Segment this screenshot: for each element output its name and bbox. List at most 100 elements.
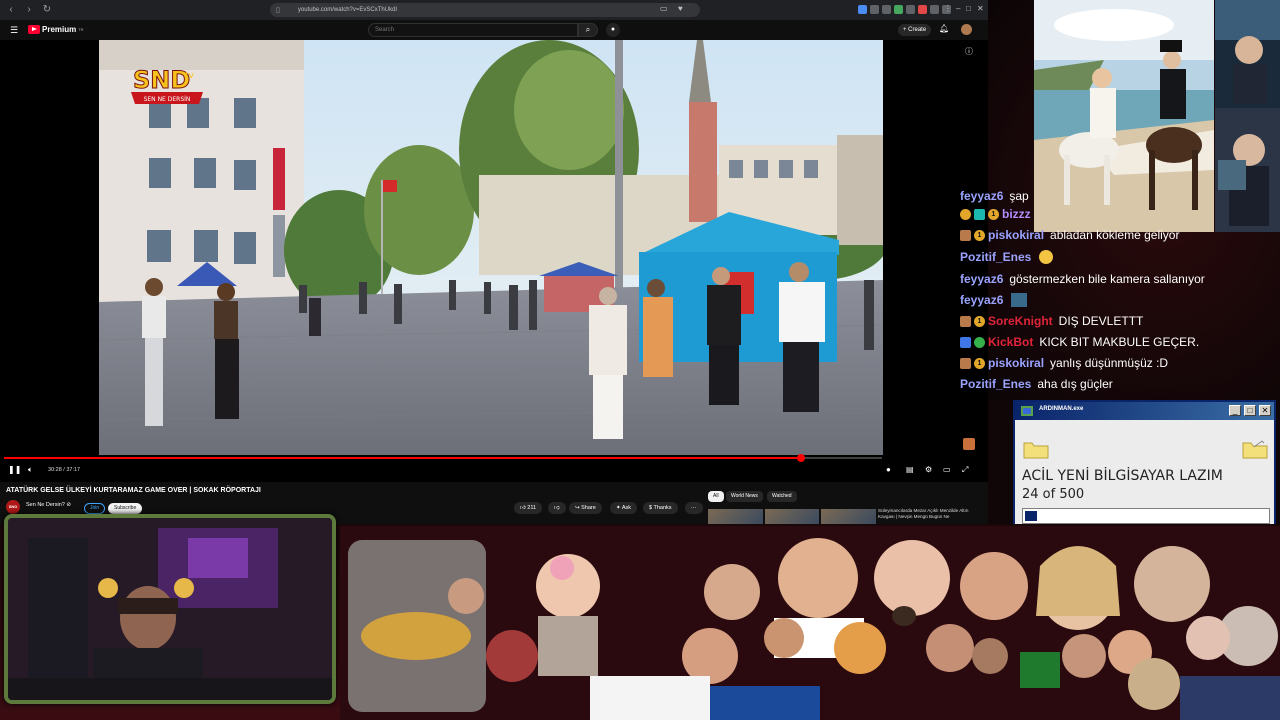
youtube-logo[interactable]: Premium TR bbox=[28, 25, 84, 34]
extension-icon[interactable] bbox=[930, 5, 939, 14]
share-label: Share bbox=[581, 505, 596, 511]
close-icon[interactable]: ✕ bbox=[1259, 405, 1271, 416]
address-bar[interactable]: ▯ youtube.com/watch?v=EvSCxThUkdI bbox=[270, 3, 700, 17]
chat-username[interactable]: SoreKnight bbox=[988, 314, 1053, 328]
extension-icon[interactable] bbox=[858, 5, 867, 14]
back-icon[interactable]: ‹ bbox=[4, 3, 18, 17]
chat-message: KickBot KICK BIT MAKBULE GEÇER. bbox=[960, 334, 1199, 350]
recommended-thumbnail[interactable] bbox=[764, 509, 820, 524]
chat-message: 1 bizzz bbox=[960, 206, 1037, 222]
menu-dots-icon[interactable]: ⋮ bbox=[944, 4, 952, 13]
chat-message: feyyaz6 göstermezken bile kamera sallanı… bbox=[960, 271, 1205, 287]
thanks-button[interactable]: $ Thanks bbox=[643, 502, 678, 514]
like-button[interactable]: 👍︎ 211 bbox=[514, 502, 543, 514]
create-button[interactable]: + Create bbox=[898, 24, 932, 36]
reload-icon[interactable]: ↻ bbox=[40, 3, 54, 17]
extension-icon[interactable] bbox=[870, 5, 879, 14]
share-page-icon[interactable]: ♥ bbox=[678, 4, 683, 13]
subtitles-icon[interactable]: ▤ bbox=[906, 465, 914, 474]
ask-button[interactable]: ✦ Ask bbox=[610, 502, 638, 514]
chip-world-news[interactable]: World News bbox=[726, 491, 763, 502]
player-controls: ❚❚ 🔈︎ 30:28 / 37:17 ● ▤ ⚙ ▭ ⤢ bbox=[0, 464, 988, 480]
close-icon[interactable]: ✕ bbox=[977, 4, 984, 13]
notifications-bell-icon[interactable]: 🔔︎ bbox=[939, 24, 949, 33]
search-icon: ⌕ bbox=[585, 25, 591, 34]
pause-icon[interactable]: ❚❚ bbox=[8, 465, 21, 474]
watermark-brand: SND bbox=[133, 66, 190, 94]
chat-username[interactable]: Pozitif_Enes bbox=[960, 377, 1031, 391]
extension-icon[interactable] bbox=[894, 5, 903, 14]
chat-username[interactable]: KickBot bbox=[988, 335, 1033, 349]
chip-watched[interactable]: Watched bbox=[767, 491, 797, 502]
more-actions-button[interactable]: ⋯ bbox=[685, 502, 703, 514]
chat-message: Pozitif_Enes aha dış güçler bbox=[960, 376, 1113, 392]
progress-played bbox=[4, 457, 801, 459]
gifter-badge-icon: 1 bbox=[988, 208, 999, 220]
chat-username[interactable]: piskokiral bbox=[988, 356, 1044, 370]
info-icon[interactable]: ⓘ bbox=[965, 46, 973, 57]
search-input[interactable]: Search bbox=[368, 23, 578, 37]
channel-name[interactable]: Sen Ne Dersin? ⊘ bbox=[26, 502, 71, 508]
theater-mode-icon[interactable]: ▭ bbox=[943, 465, 951, 474]
subscriber-badge-icon bbox=[960, 315, 971, 327]
settings-gear-icon[interactable]: ⚙ bbox=[925, 465, 932, 474]
youtube-play-icon bbox=[28, 25, 40, 34]
thanks-label: Thanks bbox=[653, 505, 672, 511]
minimize-icon[interactable]: – bbox=[956, 4, 960, 13]
join-button[interactable]: Join bbox=[84, 503, 106, 514]
meme-faces-collage-image bbox=[340, 526, 1280, 720]
account-avatar[interactable] bbox=[961, 24, 972, 35]
extension-icon[interactable] bbox=[906, 5, 915, 14]
chat-username[interactable]: feyyaz6 bbox=[960, 272, 1003, 286]
progress-scrubber[interactable] bbox=[796, 454, 805, 462]
minimize-icon[interactable]: _ bbox=[1229, 405, 1241, 416]
time-display: 30:28 / 37:17 bbox=[48, 467, 81, 473]
autoplay-toggle[interactable]: ● bbox=[886, 465, 891, 474]
webcam-overlay bbox=[4, 514, 336, 704]
address-url: youtube.com/watch?v=EvSCxThUkdI bbox=[297, 7, 398, 13]
recommended-thumbnail[interactable] bbox=[708, 509, 763, 524]
maximize-icon[interactable]: □ bbox=[966, 4, 971, 13]
donation-progress-bar bbox=[1022, 508, 1270, 524]
cast-icon[interactable]: ▭ bbox=[660, 4, 668, 13]
donation-progress-fill bbox=[1025, 511, 1037, 521]
chat-username[interactable]: feyyaz6 bbox=[960, 189, 1003, 203]
region-code: TR bbox=[78, 27, 84, 32]
recommended-video-title[interactable]: Süleymancılarda Mezar Açıklı Menzilde Al… bbox=[878, 508, 978, 520]
menu-icon[interactable]: ☰ bbox=[10, 25, 18, 36]
search-button[interactable]: ⌕ bbox=[578, 23, 598, 37]
video-frame[interactable]: SND tv SEN NE DERSİN bbox=[99, 40, 883, 455]
youtube-header: ☰ Premium TR Search ⌕ ● + Create 🔔︎ bbox=[0, 20, 988, 40]
extension-icon[interactable] bbox=[918, 5, 927, 14]
chat-username[interactable]: feyyaz6 bbox=[960, 293, 1003, 307]
subscriber-badge-icon bbox=[960, 208, 971, 220]
video-title: ATATÜRK GELSE ÜLKEYİ KURTARAMAZ GAME OVE… bbox=[6, 487, 261, 494]
subscribe-button[interactable]: Subscribe bbox=[108, 503, 143, 514]
bookmark-icon[interactable]: ▯ bbox=[276, 6, 280, 14]
recommended-thumbnails[interactable] bbox=[708, 509, 877, 524]
chat-username[interactable]: piskokiral bbox=[988, 228, 1044, 242]
fullscreen-icon[interactable]: ⤢ bbox=[962, 465, 968, 475]
chat-username[interactable]: Pozitif_Enes bbox=[960, 250, 1031, 264]
chat-message: 1 SoreKnight DIŞ DEVLETTT bbox=[960, 313, 1143, 329]
chat-text: DIŞ DEVLETTT bbox=[1058, 314, 1144, 328]
donation-goal-window: ARDINMAN.exe _ □ ✕ ACİL YENİ BİLGİSAYAR … bbox=[1013, 400, 1276, 530]
chip-all[interactable]: All bbox=[708, 491, 724, 502]
video-player[interactable]: SND tv SEN NE DERSİN ⓘ ❚❚ 🔈︎ 30:28 / 37:… bbox=[0, 40, 988, 482]
maximize-icon[interactable]: □ bbox=[1244, 405, 1256, 416]
chat-username[interactable]: bizzz bbox=[1002, 207, 1031, 221]
voice-search-icon[interactable]: ● bbox=[606, 23, 620, 37]
folder-icon bbox=[1023, 442, 1049, 459]
volume-icon[interactable]: 🔈︎ bbox=[28, 465, 33, 475]
progress-bar[interactable] bbox=[4, 454, 882, 462]
extension-icon[interactable] bbox=[882, 5, 891, 14]
chat-text: göstermezken bile kamera sallanıyor bbox=[1009, 272, 1205, 286]
dislike-button[interactable]: 👎︎ bbox=[548, 502, 566, 514]
forward-icon[interactable]: › bbox=[22, 3, 36, 17]
wedding-painting-image bbox=[1034, 0, 1214, 232]
recommended-thumbnail[interactable] bbox=[821, 509, 877, 524]
browser-window: ‹ › ↻ ▯ youtube.com/watch?v=EvSCxThUkdI … bbox=[0, 0, 988, 524]
channel-watermark-corner-icon[interactable] bbox=[963, 438, 975, 450]
share-button[interactable]: ↪ Share bbox=[569, 502, 602, 514]
channel-avatar[interactable]: SND bbox=[6, 500, 20, 514]
